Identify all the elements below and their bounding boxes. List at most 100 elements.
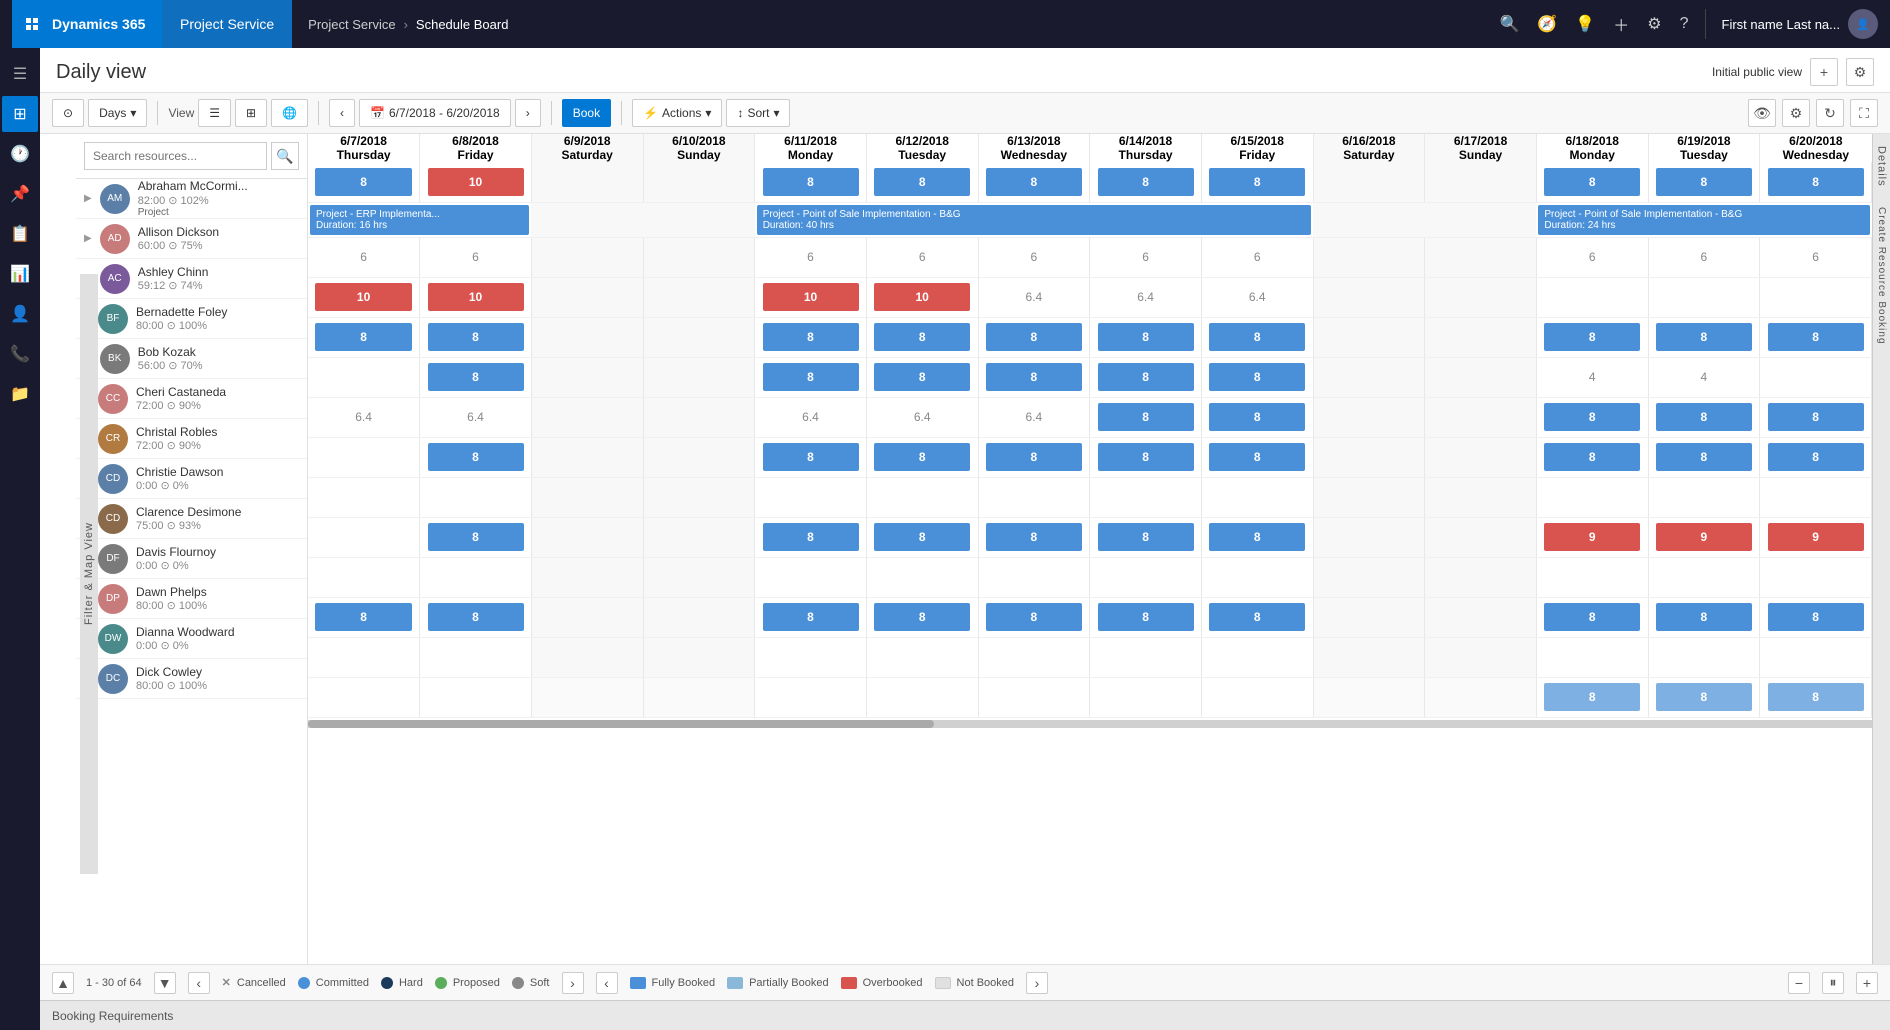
settings-icon[interactable]: ⚙	[1647, 14, 1661, 34]
cell-christal-6[interactable]: 8	[866, 437, 978, 477]
resource-row-abraham[interactable]: ▶ AM Abraham McCormi... 82:00 ⊙ 102% Pro…	[76, 179, 307, 219]
booking-block[interactable]: 8	[1544, 168, 1640, 196]
nav-item-3[interactable]: 👤	[2, 296, 38, 332]
cell-clarence-5[interactable]: 8	[755, 517, 867, 557]
booking-block[interactable]: 8	[1209, 443, 1305, 471]
brand-logo[interactable]: Dynamics 365	[12, 0, 162, 48]
cell-cheri-1[interactable]: 6.4	[308, 397, 420, 437]
cell-allison-9[interactable]: 6	[1201, 237, 1313, 277]
refresh-button[interactable]: ↻	[1816, 99, 1844, 127]
scrollbar-thumb[interactable]	[308, 720, 934, 728]
booking-block[interactable]: 8	[986, 443, 1082, 471]
cell-cheri-14[interactable]: 8	[1760, 397, 1872, 437]
cell-ashley-2[interactable]: 10	[420, 277, 532, 317]
cell-christal-7[interactable]: 8	[978, 437, 1090, 477]
booking-block[interactable]: 8	[763, 443, 859, 471]
user-profile[interactable]: First name Last na... 👤	[1705, 9, 1879, 39]
cell-christal-8[interactable]: 8	[1090, 437, 1202, 477]
booking-block[interactable]: 8	[1768, 168, 1864, 196]
cell-cheri-12[interactable]: 8	[1536, 397, 1648, 437]
booking-block[interactable]: 10	[763, 283, 859, 311]
list-view-button[interactable]: ☰	[198, 99, 231, 127]
booking-block[interactable]: 8	[763, 603, 859, 631]
booking-block[interactable]: 8	[874, 603, 970, 631]
nav-item-1[interactable]: 📋	[2, 216, 38, 252]
booking-block[interactable]: 8	[1544, 443, 1640, 471]
resource-row-cheri[interactable]: CC Cheri Castaneda 72:00 ⊙ 90%	[76, 379, 307, 419]
cell-cheri-13[interactable]: 8	[1648, 397, 1760, 437]
cell-cheri-8[interactable]: 8	[1090, 397, 1202, 437]
booking-block[interactable]: 8	[986, 363, 1082, 391]
cell-berna-9[interactable]: 8	[1201, 317, 1313, 357]
cell-abraham-7[interactable]: 8	[978, 162, 1090, 202]
recent-icon[interactable]: 🕐	[2, 136, 38, 172]
module-name[interactable]: Project Service	[162, 0, 292, 48]
booking-block[interactable]: 8	[315, 168, 411, 196]
booking-block[interactable]: 8	[1098, 403, 1194, 431]
booking-block[interactable]: 8	[763, 323, 859, 351]
resource-row-dianna[interactable]: DW Dianna Woodward 0:00 ⊙ 0%	[76, 619, 307, 659]
cell-cheri-7[interactable]: 6.4	[978, 397, 1090, 437]
cell-ashley-5[interactable]: 10	[755, 277, 867, 317]
nav-item-5[interactable]: 📁	[2, 376, 38, 412]
cell-cheri-6[interactable]: 6.4	[866, 397, 978, 437]
cell-clarence-2[interactable]: 8	[420, 517, 532, 557]
fullscreen-button[interactable]: ⛶	[1850, 99, 1878, 127]
cell-dick-14[interactable]: 8	[1760, 677, 1872, 717]
right-panel[interactable]: Details Create Resource Booking	[1872, 134, 1890, 964]
cell-bob-2[interactable]: 8	[420, 357, 532, 397]
booking-block[interactable]: 8	[1098, 603, 1194, 631]
prev-page-button[interactable]: ‹	[188, 972, 210, 994]
booking-block[interactable]: 8	[428, 323, 524, 351]
booking-block[interactable]: 9	[1656, 523, 1752, 551]
cell-clarence-9[interactable]: 8	[1201, 517, 1313, 557]
cell-dawn-14[interactable]: 8	[1760, 597, 1872, 637]
cell-berna-2[interactable]: 8	[420, 317, 532, 357]
cell-cheri-5[interactable]: 6.4	[755, 397, 867, 437]
cell-clarence-12[interactable]: 9	[1536, 517, 1648, 557]
pinned-icon[interactable]: 📌	[2, 176, 38, 212]
booking-block[interactable]: 8	[1209, 363, 1305, 391]
booking-block[interactable]: 8	[428, 363, 524, 391]
cell-allison-6[interactable]: 6	[866, 237, 978, 277]
breadcrumb-ps[interactable]: Project Service	[308, 17, 395, 32]
expand-icon-allison[interactable]: ▶	[84, 233, 92, 244]
cell-abraham-1[interactable]: 8	[308, 162, 420, 202]
booking-block[interactable]: 8	[986, 603, 1082, 631]
project-bar-erp[interactable]: Project - ERP Implementa... Duration: 16…	[310, 205, 529, 235]
zoom-out-button[interactable]: −	[1788, 972, 1810, 994]
resource-row-clarence[interactable]: CD Clarence Desimone 75:00 ⊙ 93%	[76, 499, 307, 539]
booking-requirements-bar[interactable]: Booking Requirements	[40, 1000, 1890, 1030]
booking-block[interactable]: 8	[428, 603, 524, 631]
cell-allison-12[interactable]: 6	[1536, 237, 1648, 277]
cell-berna-14[interactable]: 8	[1760, 317, 1872, 357]
booking-block[interactable]: 10	[315, 283, 411, 311]
nav-item-2[interactable]: 📊	[2, 256, 38, 292]
booking-block[interactable]: 8	[874, 523, 970, 551]
booking-block[interactable]: 8	[1209, 403, 1305, 431]
cell-christal-9[interactable]: 8	[1201, 437, 1313, 477]
cell-dawn-9[interactable]: 8	[1201, 597, 1313, 637]
cell-dawn-7[interactable]: 8	[978, 597, 1090, 637]
booking-block[interactable]: 8	[1768, 683, 1864, 711]
cell-christal-5[interactable]: 8	[755, 437, 867, 477]
resource-row-allison[interactable]: ▶ AD Allison Dickson 60:00 ⊙ 75%	[76, 219, 307, 259]
cell-dawn-1[interactable]: 8	[308, 597, 420, 637]
add-view-button[interactable]: +	[1810, 58, 1838, 86]
booking-block[interactable]: 10	[428, 283, 524, 311]
booking-block[interactable]: 8	[986, 523, 1082, 551]
cell-dawn-13[interactable]: 8	[1648, 597, 1760, 637]
cell-allison-13[interactable]: 6	[1648, 237, 1760, 277]
project-bar-pos2[interactable]: Project - Point of Sale Implementation -…	[1538, 205, 1869, 235]
cell-bob-9[interactable]: 8	[1201, 357, 1313, 397]
cell-bob-13[interactable]: 4	[1648, 357, 1760, 397]
dashboard-icon[interactable]: ⊞	[2, 96, 38, 132]
booking-block[interactable]: 8	[1656, 443, 1752, 471]
cell-abraham-14[interactable]: 8	[1760, 162, 1872, 202]
cell-bob-6[interactable]: 8	[866, 357, 978, 397]
resource-row-davis[interactable]: DF Davis Flournoy 0:00 ⊙ 0%	[76, 539, 307, 579]
booking-block[interactable]: 8	[874, 443, 970, 471]
lightbulb-icon[interactable]: 💡	[1575, 14, 1595, 34]
booking-block[interactable]: 8	[1544, 603, 1640, 631]
prev-date-button[interactable]: ‹	[329, 99, 355, 127]
